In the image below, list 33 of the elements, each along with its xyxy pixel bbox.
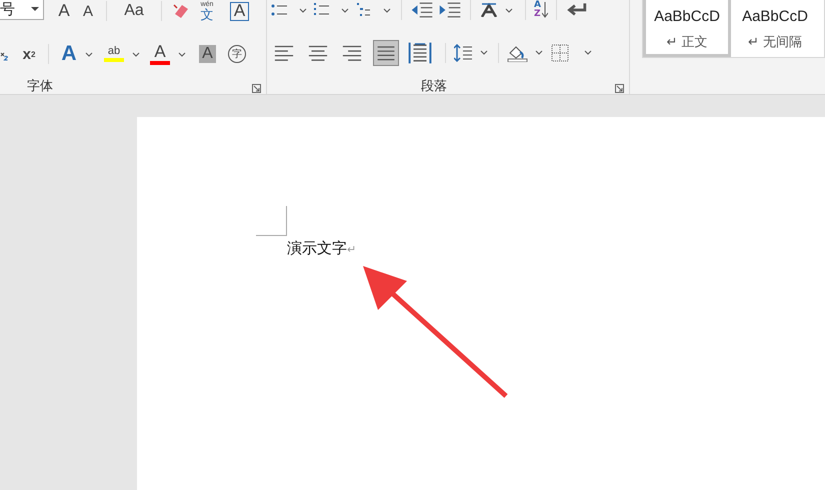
caret-icon[interactable] bbox=[132, 52, 140, 56]
style-item[interactable]: AaBbCcD ↵ 无间隔 bbox=[731, 0, 819, 57]
bullets-icon[interactable] bbox=[271, 3, 309, 17]
style-item[interactable]: AaBbCcD ↵ 正文 bbox=[643, 0, 731, 57]
superscript-button[interactable]: x$^{2}$ bbox=[18, 43, 40, 65]
sort-button[interactable]: A Z bbox=[534, 1, 548, 19]
grow-font-button[interactable]: A bbox=[54, 0, 74, 22]
character-border-button[interactable]: A bbox=[230, 2, 249, 20]
dialog-launcher-icon[interactable] bbox=[615, 84, 624, 92]
margin-corner-mark bbox=[256, 206, 287, 236]
character-shading-button[interactable]: A bbox=[199, 45, 216, 63]
paragraph-mark: ↵ bbox=[347, 243, 356, 256]
distribute-icon[interactable] bbox=[407, 40, 433, 66]
group-title: 字体 bbox=[27, 78, 53, 95]
highlight-button[interactable]: ab bbox=[101, 43, 143, 65]
dropdown-caret-icon[interactable] bbox=[31, 7, 39, 11]
align-justify-icon[interactable] bbox=[373, 40, 399, 66]
multilevel-list-icon[interactable] bbox=[355, 3, 393, 17]
line-spacing-icon[interactable] bbox=[454, 44, 490, 62]
change-case-button[interactable]: Aa bbox=[115, 0, 153, 22]
enclose-characters-button[interactable]: 字 bbox=[228, 45, 246, 63]
document-text: 演示文字 bbox=[287, 239, 347, 258]
increase-indent-icon[interactable] bbox=[438, 2, 462, 18]
font-size-field[interactable]: 号 bbox=[0, 0, 44, 20]
numbering-icon[interactable] bbox=[313, 3, 351, 17]
group-title: 段落 bbox=[421, 78, 447, 95]
dialog-launcher-icon[interactable] bbox=[252, 84, 261, 92]
caret-icon[interactable] bbox=[178, 52, 186, 56]
decrease-indent-icon[interactable] bbox=[410, 2, 434, 18]
text-effects-button[interactable]: A bbox=[57, 45, 97, 63]
font-color-button[interactable]: A bbox=[147, 43, 189, 65]
caret-icon[interactable] bbox=[84, 52, 93, 56]
shrink-font-button[interactable]: A bbox=[78, 0, 98, 22]
